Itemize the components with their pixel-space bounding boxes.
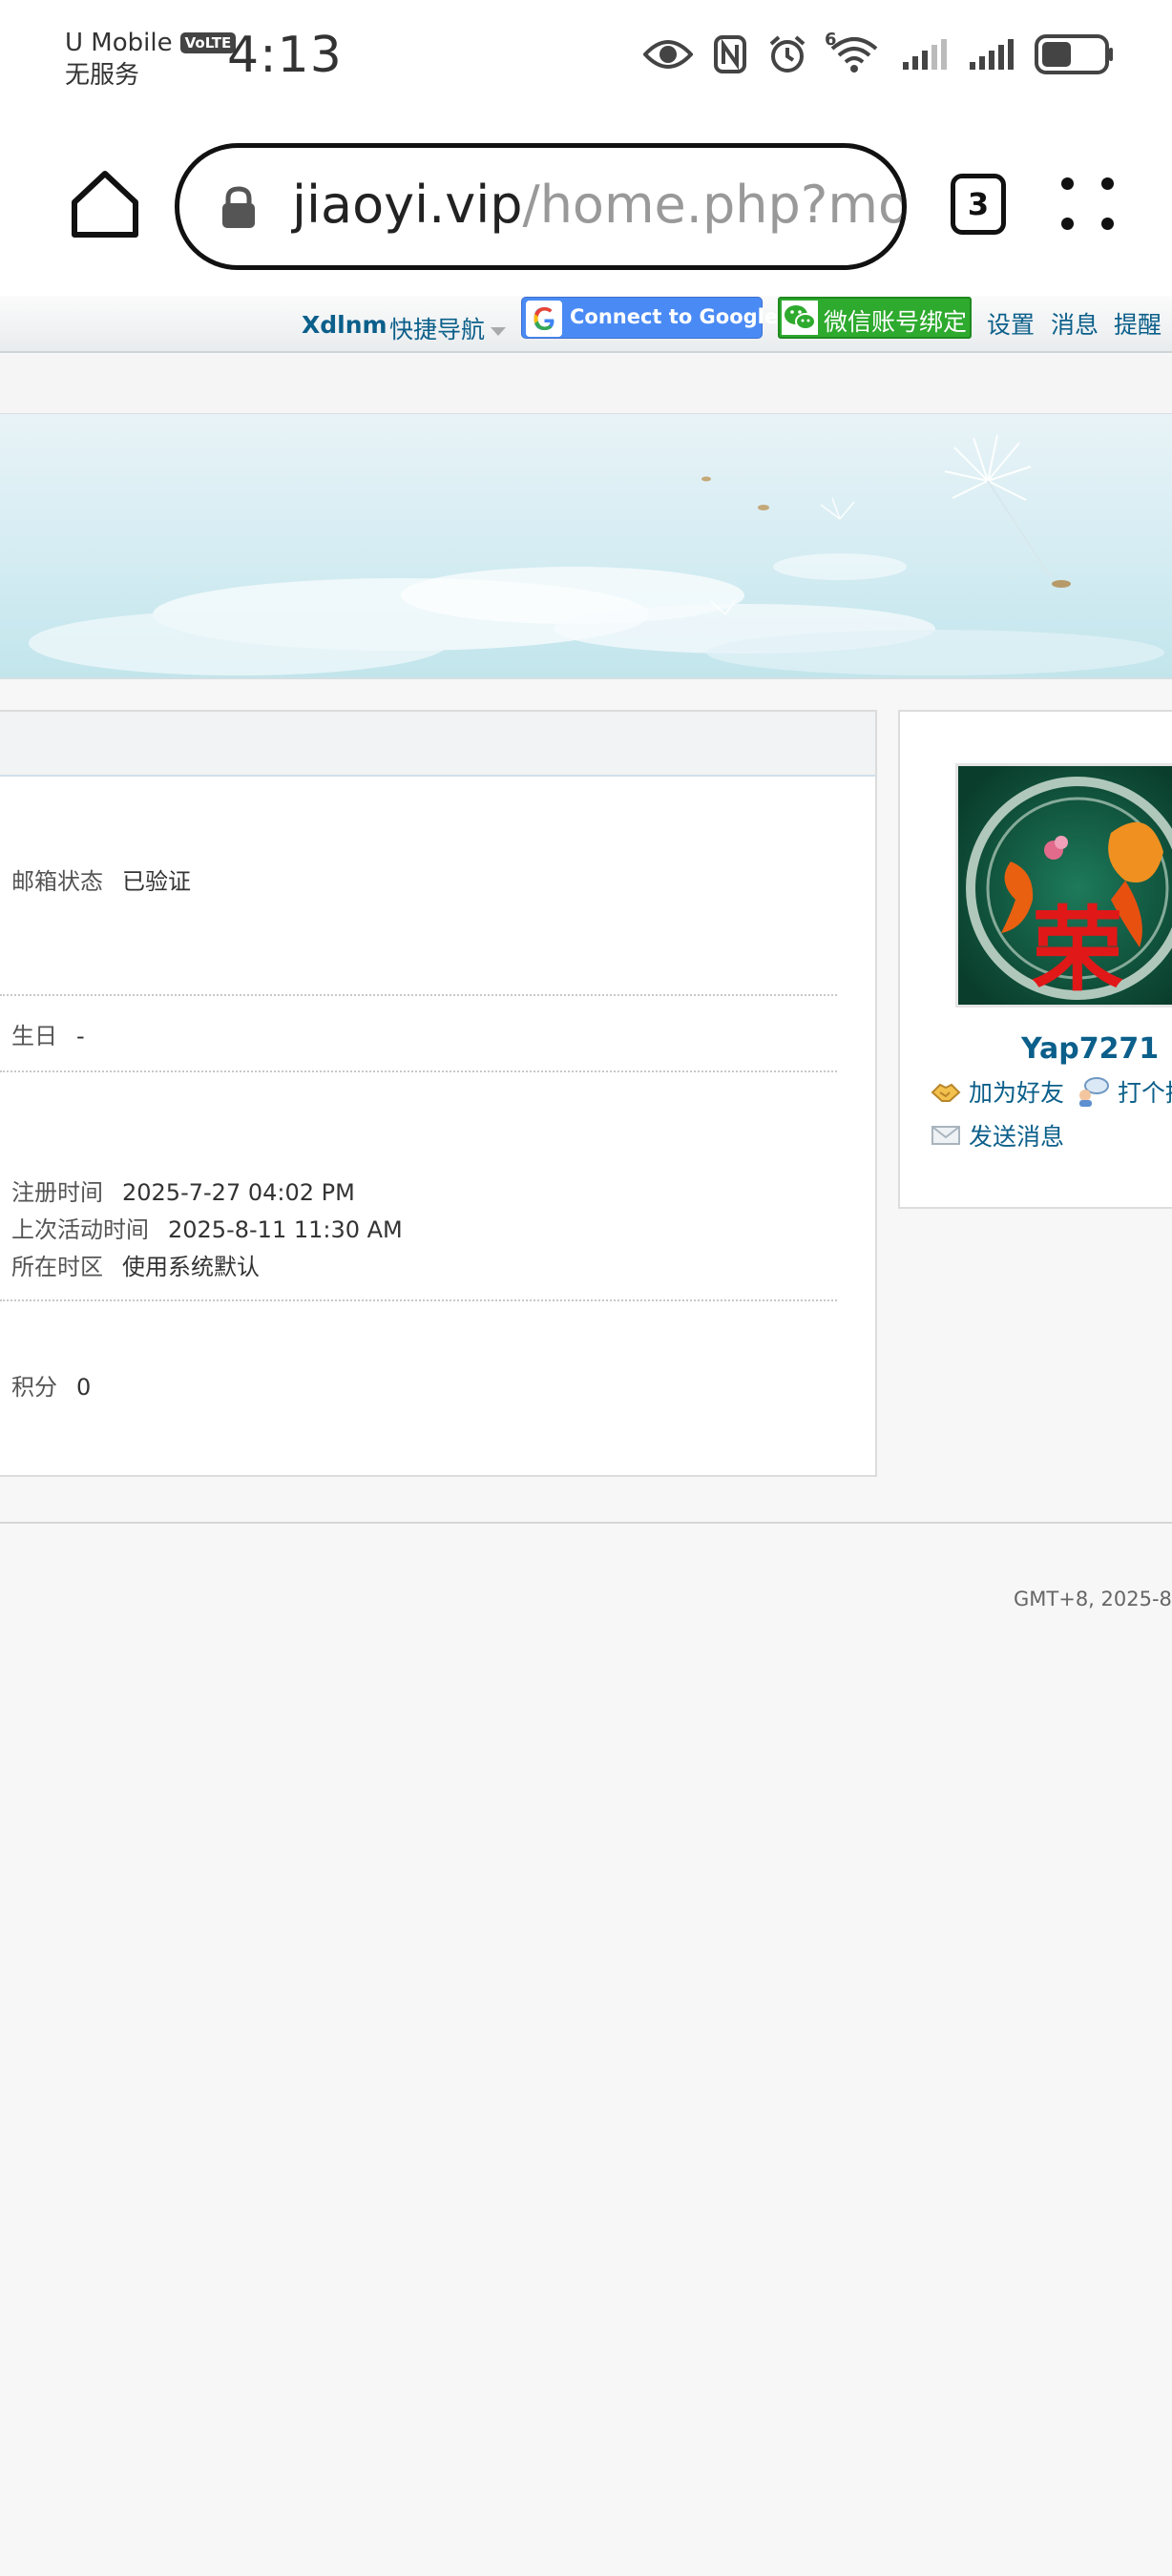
alarm-icon [769,35,806,73]
browser-toolbar: jiaoyi.vip/home.php?mod= 3 [0,124,1172,296]
network-type-label: 6 [825,30,837,50]
last-active-row: 上次活动时间 2025-8-11 11:30 AM [11,1211,403,1244]
email-status-label: 邮箱状态 [11,868,103,895]
status-icons: 6 [643,30,1115,74]
chat-bubble-icon [1079,1077,1109,1107]
home-icon[interactable] [69,168,141,240]
timezone-row: 所在时区 使用系统默认 [11,1248,260,1281]
url-path: /home.php?mod= [522,175,907,235]
avatar-image: 荣 [958,766,1172,1005]
register-time-row: 注册时间 2025-7-27 04:02 PM [11,1174,355,1207]
more-menu-icon[interactable] [1061,177,1115,231]
settings-link[interactable]: 设置 [987,306,1035,341]
envelope-icon [931,1126,960,1145]
address-bar[interactable]: jiaoyi.vip/home.php?mod= [175,143,907,270]
email-status-row: 邮箱状态 已验证 [11,862,191,896]
reminders-link[interactable]: 提醒 [1114,306,1162,341]
quick-nav-menu[interactable]: 快捷导航 [389,311,507,345]
wechat-bind-button[interactable]: 微信账号绑定 [778,297,972,339]
section-divider [0,1299,837,1301]
nfc-icon [714,35,746,73]
register-time-label: 注册时间 [11,1179,103,1206]
signal-icon-sim1 [903,39,947,70]
send-message-label: 发送消息 [969,1123,1065,1151]
connect-google-button[interactable]: Connect to Google [521,297,778,339]
profile-username[interactable]: Yap7271 [1021,1032,1159,1066]
eye-icon [643,40,693,69]
greet-link[interactable]: 打个招呼 [1076,1074,1172,1109]
avatar[interactable]: 荣 [955,763,1172,1008]
last-active-value: 2025-8-11 11:30 AM [168,1216,403,1243]
user-card: 荣 Yap7271 加为好友 打个招呼 发送消息 [898,710,1172,1209]
greet-label: 打个招呼 [1118,1079,1172,1107]
header-banner [0,414,1172,679]
timezone-value: 使用系统默认 [122,1254,260,1280]
birthday-label: 生日 [11,1023,57,1049]
quick-nav-label: 快捷导航 [389,316,486,343]
profile-panel: 邮箱状态 已验证 生日 - 注册时间 2025-7-27 04:02 PM 上次活动时… [0,710,877,1477]
points-row: 积分 0 [11,1368,91,1402]
wechat-icon [782,301,818,335]
connect-google-label: Connect to Google [570,305,779,328]
carrier-info: U Mobile VoLTE 无服务 [65,27,237,92]
signal-icon-sim2 [970,39,1014,70]
caret-down-icon [491,326,507,336]
timezone-label: 所在时区 [11,1254,103,1280]
handshake-icon [931,1083,961,1102]
add-friend-link[interactable]: 加为好友 [931,1074,1064,1109]
dandelion-seed-icon [944,434,1051,577]
lock-icon [222,186,255,228]
tab-count-button[interactable]: 3 [951,174,1006,235]
status-bar: U Mobile VoLTE 无服务 4:13 6 [0,0,1172,124]
wechat-bind-label: 微信账号绑定 [824,308,968,336]
register-time-value: 2025-7-27 04:02 PM [122,1179,355,1206]
current-user-link[interactable]: Xdlnm [302,311,387,339]
profile-panel-header [0,712,875,777]
section-divider [0,1070,837,1072]
avatar-character: 荣 [1032,896,1123,1004]
birthday-row: 生日 - [11,1017,85,1050]
email-status-value: 已验证 [122,868,191,895]
section-divider [0,994,837,996]
footer-divider [0,1522,1172,1524]
last-active-label: 上次活动时间 [11,1216,149,1243]
add-friend-label: 加为好友 [969,1079,1065,1107]
url-domain: jiaoyi.vip [292,175,523,235]
points-value: 0 [76,1374,92,1401]
birthday-value: - [76,1023,85,1049]
send-message-link[interactable]: 发送消息 [931,1118,1064,1153]
footer-timezone: GMT+8, 2025-8-11 [1014,1588,1172,1610]
service-status: 无服务 [65,61,140,90]
url-text[interactable]: jiaoyi.vip/home.php?mod= [292,175,907,235]
battery-icon [1035,34,1113,74]
nav-band [0,355,1172,414]
google-icon [526,301,562,337]
messages-link[interactable]: 消息 [1051,306,1099,341]
points-label: 积分 [11,1374,57,1401]
wifi-indicator: 6 [825,30,880,73]
carrier-name: U Mobile [65,29,173,57]
status-clock: 4:13 [227,27,343,84]
banner-clouds-image [29,434,1164,675]
